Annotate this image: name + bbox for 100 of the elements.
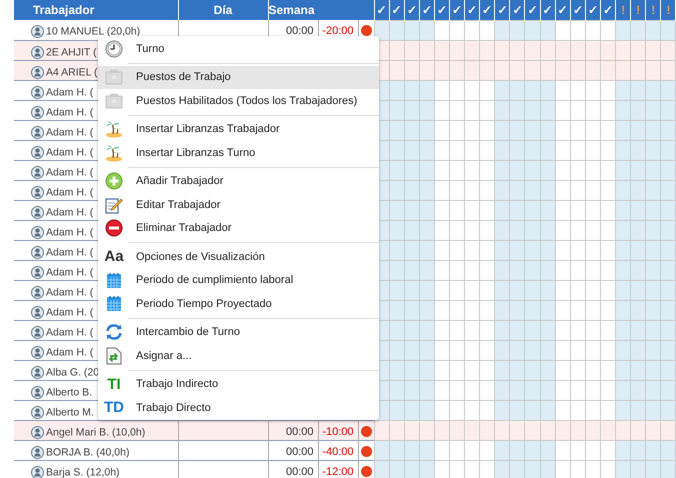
menu-item[interactable]: Eliminar Trabajador (98, 216, 379, 240)
document-arrow-icon (106, 346, 122, 365)
worker-name: Adam H. ( (46, 246, 94, 258)
check-icon: ✓ (600, 0, 614, 19)
week-hours: 00:00 (284, 466, 314, 478)
menu-item[interactable]: Puestos de Trabajo (98, 66, 379, 89)
check-icon: ✓ (434, 0, 448, 19)
menu-item[interactable]: Aa Opciones de Visualización (98, 245, 379, 268)
menu-item[interactable]: TD Trabajo Directo (98, 396, 379, 420)
person-icon (31, 166, 44, 178)
menu-item[interactable]: Turno (98, 37, 379, 60)
check-icon: ✓ (390, 0, 404, 19)
person-icon (31, 186, 44, 198)
worker-name: Adam H. ( (46, 206, 94, 218)
person-icon (31, 226, 44, 238)
check-icon: ✓ (465, 0, 479, 19)
person-icon (31, 206, 44, 218)
person-icon (31, 126, 44, 138)
worker-name: Alberto M. (46, 406, 94, 418)
menu-item[interactable]: Periodo Tiempo Proyectado (98, 292, 379, 316)
week-hours: 00:00 (284, 25, 314, 37)
worker-name: Adam H. ( (46, 286, 94, 298)
check-icon: ✓ (556, 0, 570, 19)
menu-item[interactable]: Periodo de cumplimiento laboral (98, 268, 379, 292)
worker-name: Adam H. ( (46, 86, 94, 98)
worker-name: Adam H. ( (46, 106, 94, 118)
add-icon (105, 172, 123, 190)
person-icon (31, 386, 44, 398)
person-icon (31, 86, 44, 98)
check-icon: ✓ (420, 0, 434, 19)
person-icon (31, 286, 44, 298)
hours-balance: -20:00 (321, 25, 354, 37)
palm-island-icon (104, 120, 124, 138)
letters-icon: Aa (104, 249, 124, 264)
check-icon: ✓ (374, 0, 388, 19)
warning-icon: ! (616, 0, 630, 19)
worker-name: Adam H. ( (46, 186, 94, 198)
calendar-icon (106, 295, 122, 312)
person-icon (31, 426, 44, 438)
letters-icon: TD (104, 400, 124, 416)
menu-item[interactable]: Editar Trabajador (98, 193, 379, 216)
check-icon: ✓ (586, 0, 600, 19)
person-icon (31, 326, 44, 338)
check-icon: ✓ (570, 0, 584, 19)
warning-icon: ! (631, 0, 645, 19)
hours-balance: -10:00 (321, 426, 354, 438)
person-icon (31, 146, 44, 158)
week-hours: 00:00 (284, 446, 314, 458)
check-icon: ✓ (510, 0, 524, 19)
check-icon: ✓ (480, 0, 494, 19)
person-icon (31, 266, 44, 278)
check-icon: ✓ (450, 0, 464, 19)
week-hours: 00:00 (284, 426, 314, 438)
warning-icon: ! (661, 0, 675, 19)
menu-item[interactable]: Puestos Habilitados (Todos los Trabajadores) (98, 89, 379, 112)
worker-name: Adam H. ( (46, 166, 94, 178)
person-icon (31, 306, 44, 318)
worker-name: Adam H. ( (46, 326, 94, 338)
worker-name: 2E AHJIT ( (46, 46, 97, 58)
worker-name: BORJA B. (40,0h) (46, 446, 130, 458)
person-icon (31, 346, 44, 358)
person-icon (31, 406, 44, 418)
person-icon (31, 25, 44, 38)
letters-icon: TI (107, 376, 121, 392)
briefcase-icon (105, 69, 123, 86)
worker-name: Adam H. ( (46, 226, 94, 238)
menu-item[interactable]: Asignar a... (98, 344, 379, 368)
check-icon: ✓ (540, 0, 554, 19)
menu-item[interactable]: TI Trabajo Indirecto (98, 372, 379, 396)
worker-name: A4 ARIEL ( (46, 66, 98, 78)
hours-balance: -12:00 (321, 466, 354, 478)
briefcase-icon (105, 92, 123, 109)
person-icon (31, 46, 44, 58)
person-icon (31, 366, 44, 378)
person-icon (31, 466, 44, 478)
check-icon: ✓ (495, 0, 509, 19)
menu-item[interactable]: Intercambio de Turno (98, 320, 379, 344)
worker-name: Adam H. ( (46, 126, 94, 138)
delete-icon (105, 219, 123, 238)
menu-item[interactable]: Insertar Libranzas Turno (98, 141, 379, 164)
menu-item[interactable]: Insertar Libranzas Trabajador (98, 118, 379, 141)
worker-name: Angel Mari B. (10,0h) (46, 426, 146, 438)
palm-island-icon (104, 144, 124, 162)
check-icon: ✓ (404, 0, 418, 19)
person-icon (31, 246, 44, 258)
menu-item[interactable]: Añadir Trabajador (98, 170, 379, 193)
column-header[interactable]: Día (214, 3, 232, 17)
worker-name: Alberto B. (46, 386, 92, 398)
worker-name: Adam H. ( (46, 146, 94, 158)
hours-balance: -40:00 (321, 446, 354, 458)
check-icon: ✓ (525, 0, 540, 19)
person-icon (31, 446, 44, 458)
worker-name: Adam H. ( (46, 306, 94, 318)
edit-icon (105, 196, 123, 214)
calendar-icon (106, 272, 122, 289)
person-icon (31, 106, 44, 118)
worker-name: Adam H. ( (46, 346, 94, 358)
clock-icon (105, 40, 123, 58)
worker-name: Barja S. (12,0h) (46, 466, 120, 478)
warning-icon: ! (646, 0, 660, 19)
